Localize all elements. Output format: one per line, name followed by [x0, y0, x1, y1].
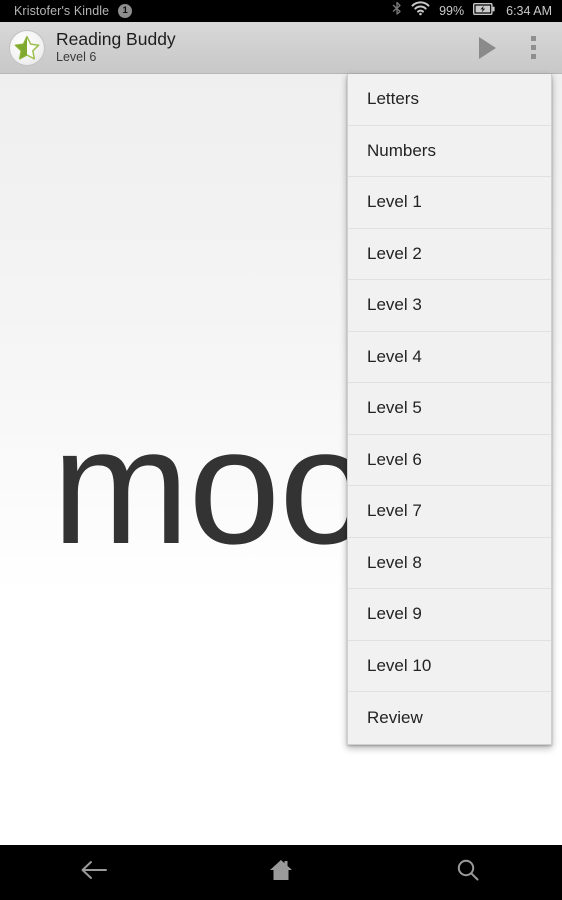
back-button[interactable] — [0, 845, 187, 900]
menu-item-level-1[interactable]: Level 1 — [348, 177, 551, 229]
device-name-label: Kristofer's Kindle — [14, 4, 110, 18]
menu-item-numbers[interactable]: Numbers — [348, 125, 551, 177]
notification-badge[interactable]: 1 — [118, 4, 133, 18]
menu-item-review[interactable]: Review — [348, 692, 551, 744]
menu-item-level-8[interactable]: Level 8 — [348, 537, 551, 589]
battery-charging-icon — [473, 2, 495, 20]
overflow-menu-icon — [530, 36, 536, 59]
menu-item-level-7[interactable]: Level 7 — [348, 486, 551, 538]
status-bar-indicators: 99% 6:34 AM — [392, 1, 552, 21]
overflow-menu-button[interactable] — [510, 22, 556, 74]
menu-item-level-5[interactable]: Level 5 — [348, 383, 551, 435]
device-screen: Kristofer's Kindle 1 99% 6:34 AM Reading… — [0, 0, 562, 900]
clock-label: 6:34 AM — [506, 4, 552, 18]
menu-item-level-2[interactable]: Level 2 — [348, 228, 551, 280]
battery-percent-label: 99% — [439, 4, 465, 18]
play-icon — [478, 36, 496, 59]
menu-item-level-6[interactable]: Level 6 — [348, 434, 551, 486]
menu-item-level-4[interactable]: Level 4 — [348, 331, 551, 383]
back-icon — [79, 858, 109, 887]
search-icon — [455, 857, 481, 888]
app-bar: Reading Buddy Level 6 — [0, 22, 562, 74]
page-subtitle: Level 6 — [56, 50, 97, 65]
status-bar: Kristofer's Kindle 1 99% 6:34 AM — [0, 0, 562, 22]
menu-item-level-9[interactable]: Level 9 — [348, 589, 551, 641]
menu-item-letters[interactable]: Letters — [348, 74, 551, 126]
menu-item-level-3[interactable]: Level 3 — [348, 280, 551, 332]
bluetooth-icon — [392, 1, 402, 21]
page-title: Reading Buddy — [56, 29, 176, 50]
level-dropdown-menu[interactable]: Letters Numbers Level 1 Level 2 Level 3 … — [347, 74, 552, 745]
menu-item-level-10[interactable]: Level 10 — [348, 640, 551, 692]
home-icon — [268, 857, 294, 888]
home-button[interactable] — [187, 845, 374, 900]
star-icon[interactable] — [9, 29, 45, 66]
search-button[interactable] — [375, 845, 562, 900]
word-display[interactable]: moo — [52, 404, 371, 569]
play-button[interactable] — [464, 22, 510, 74]
app-title-block: Reading Buddy Level 6 — [56, 30, 176, 64]
system-navigation-bar — [0, 845, 562, 900]
wifi-icon — [411, 1, 430, 21]
